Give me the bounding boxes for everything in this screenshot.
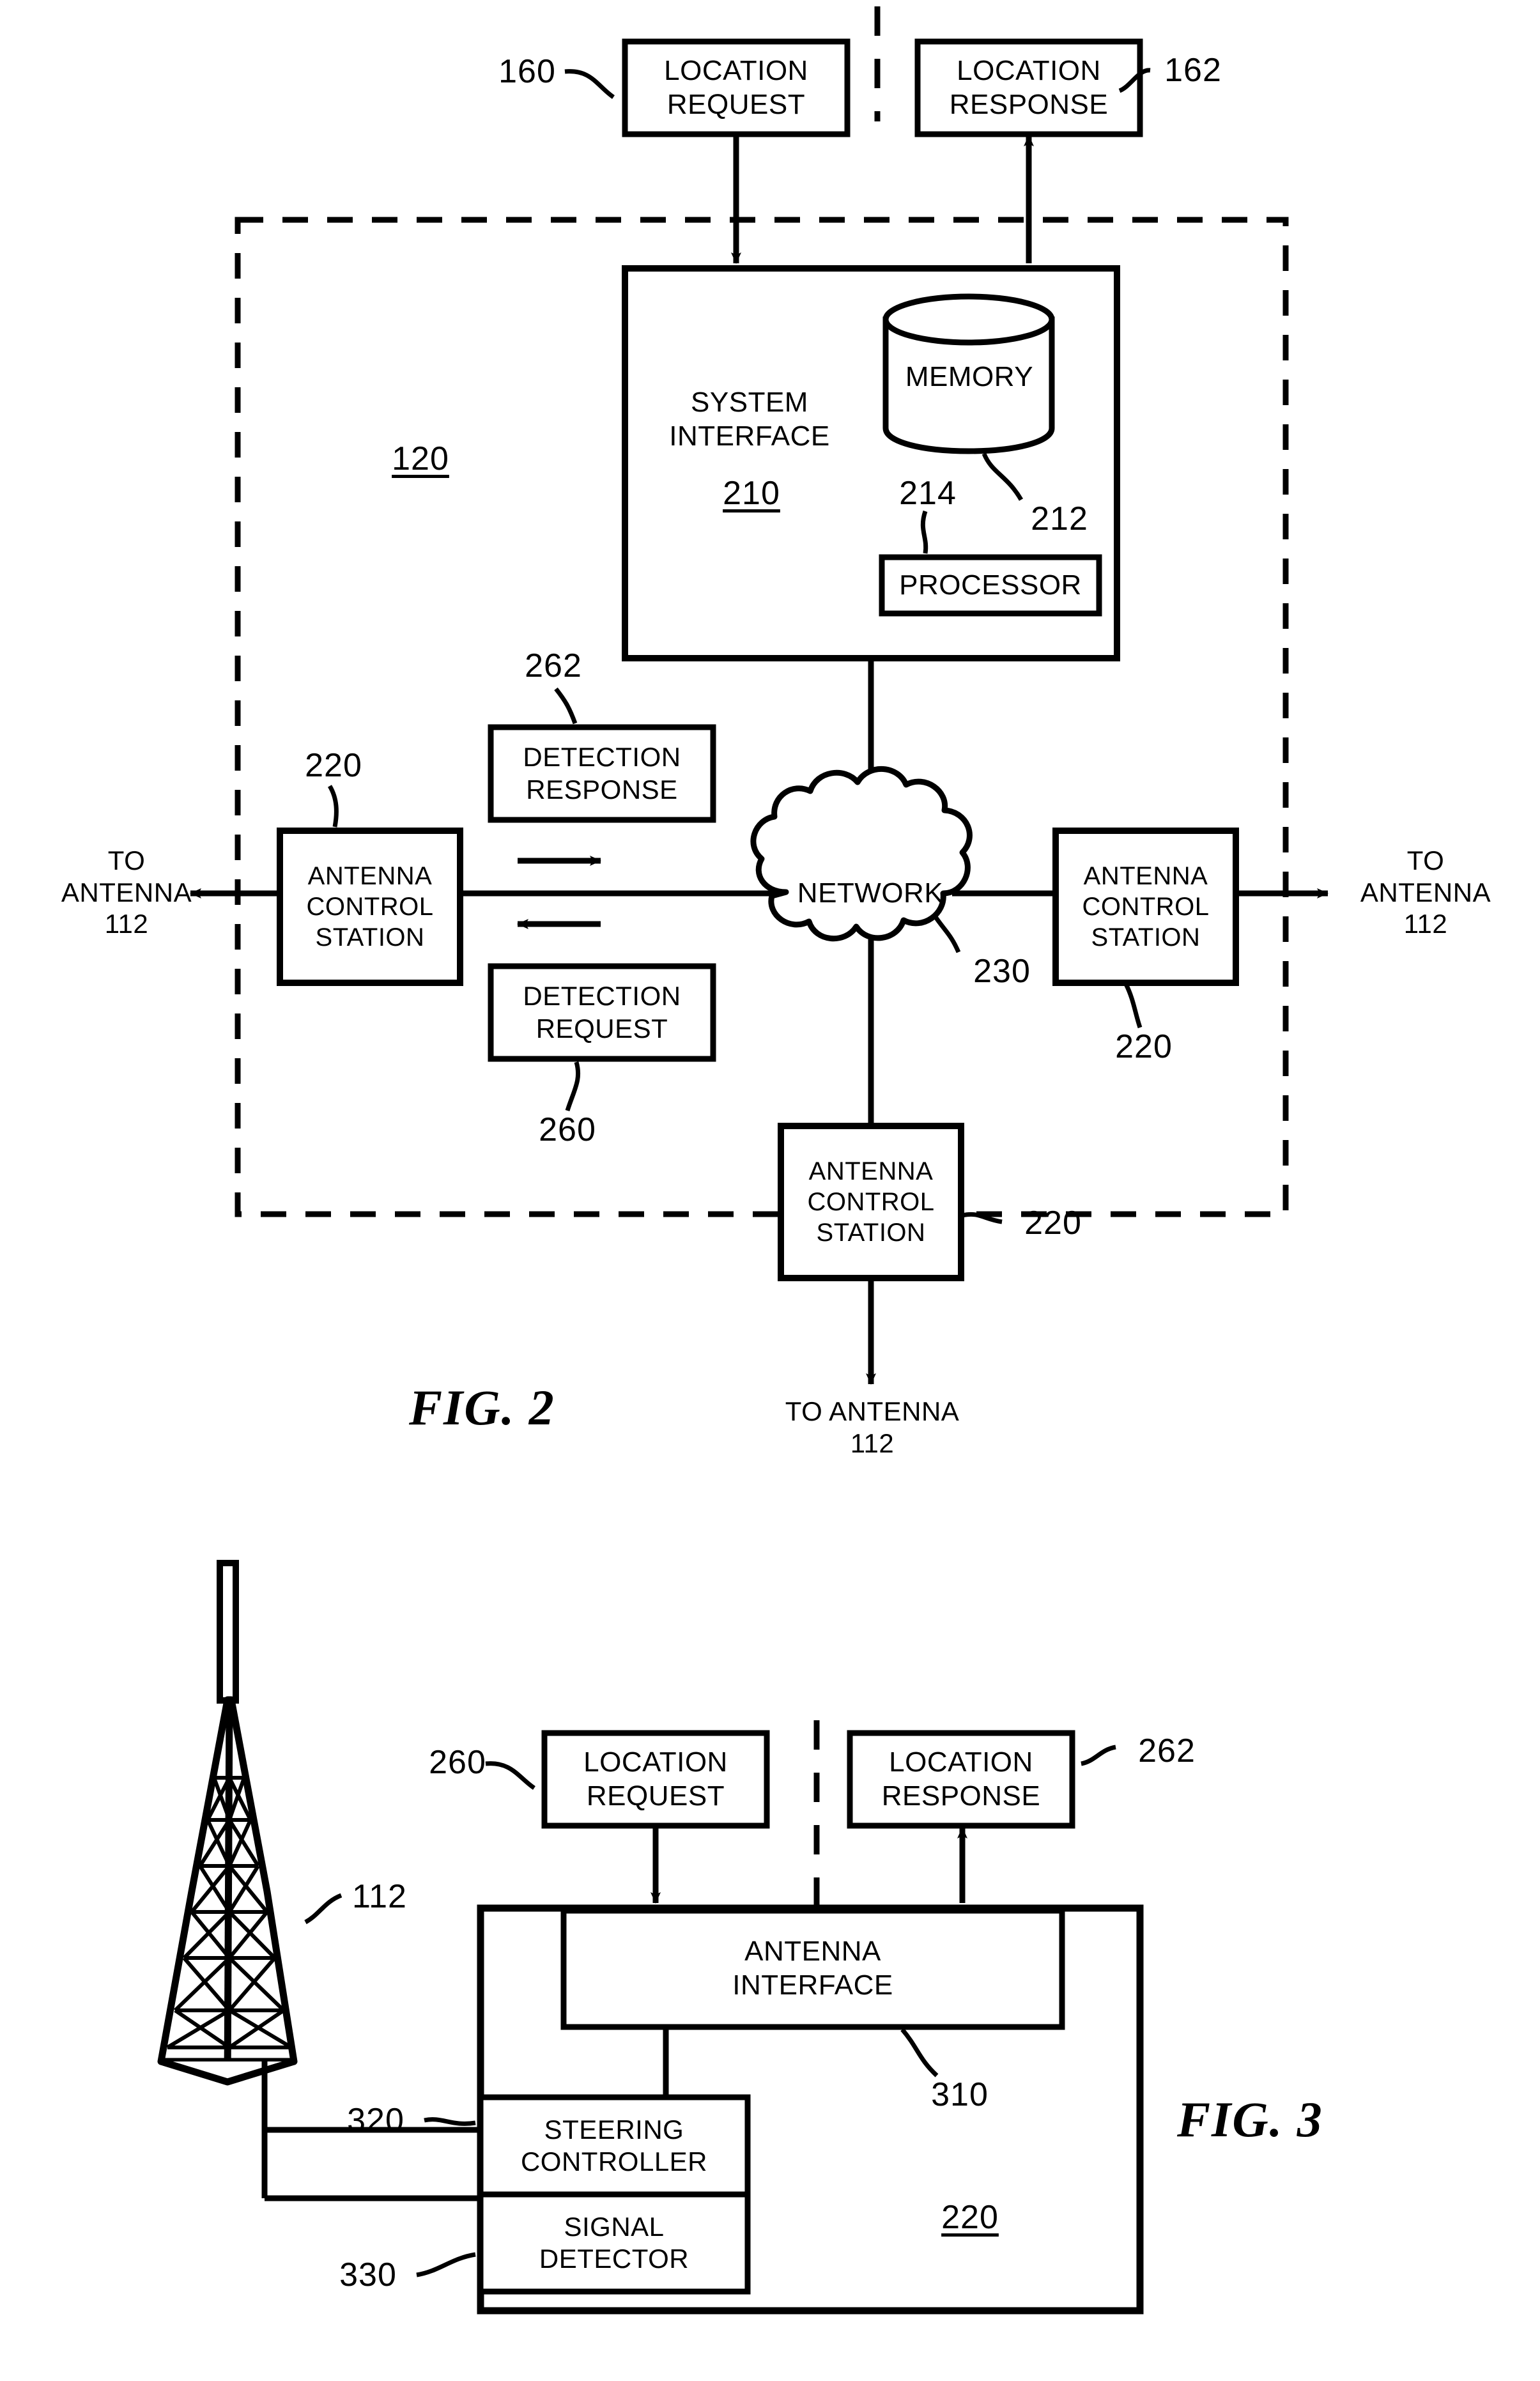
ref-230: 230 — [973, 953, 1031, 990]
system-interface-label: SYSTEM INTERFACE — [669, 387, 830, 452]
figure-2-caption: FIG. 2 — [409, 1380, 555, 1435]
ref-120: 120 — [392, 440, 449, 477]
ref-320: 320 — [347, 2102, 404, 2139]
leader-262-f3 — [1081, 1745, 1116, 1766]
antenna-control-station-left-label: ANTENNA CONTROL STATION — [306, 862, 434, 952]
ref-262: 262 — [525, 647, 582, 684]
patent-drawing-sheet: LOCATION REQUEST 160 LOCATION RESPONSE 1… — [0, 0, 1540, 2381]
location-response-label-f3: LOCATION RESPONSE — [881, 1746, 1041, 1812]
ref-330: 330 — [339, 2256, 397, 2293]
antenna-control-station-right-label: ANTENNA CONTROL STATION — [1082, 862, 1210, 952]
leader-320 — [424, 2117, 476, 2126]
ref-212: 212 — [1031, 500, 1088, 537]
ref-210: 210 — [723, 475, 780, 512]
to-antenna-bottom-label: TO ANTENNA 112 — [785, 1396, 960, 1458]
leader-220-left — [327, 785, 339, 828]
ref-220-f3: 220 — [941, 2199, 999, 2236]
location-request-label-f2: LOCATION REQUEST — [664, 54, 808, 120]
leader-330 — [416, 2252, 476, 2277]
ref-214: 214 — [899, 475, 957, 512]
ref-220-left: 220 — [305, 747, 362, 784]
network-label: NETWORK — [797, 877, 944, 909]
memory-label: MEMORY — [905, 360, 1034, 392]
location-response-label-f2: LOCATION RESPONSE — [949, 54, 1109, 120]
leader-220-right — [1123, 983, 1143, 1029]
network-cloud — [750, 766, 973, 942]
ref-260: 260 — [539, 1111, 596, 1148]
ref-162: 162 — [1164, 52, 1222, 89]
signal-detector-label: SIGNAL DETECTOR — [539, 2211, 689, 2274]
processor-label: PROCESSOR — [899, 569, 1082, 601]
to-antenna-left-label: TO ANTENNA 112 — [61, 845, 192, 939]
leader-160 — [564, 69, 615, 99]
leader-230 — [932, 914, 961, 953]
location-request-label-f3: LOCATION REQUEST — [583, 1746, 728, 1812]
figure-3-caption: FIG. 3 — [1177, 2092, 1323, 2147]
leader-262 — [554, 687, 578, 725]
ref-262-f3: 262 — [1138, 1732, 1196, 1769]
ref-260-f3: 260 — [429, 1744, 486, 1781]
ref-220-bottom: 220 — [1024, 1205, 1082, 1242]
detection-response-label: DETECTION RESPONSE — [523, 742, 681, 805]
steering-controller-label: STEERING CONTROLLER — [520, 2114, 708, 2177]
antenna-tower-icon — [157, 1560, 298, 2086]
ref-160: 160 — [498, 53, 556, 90]
detection-request-label: DETECTION REQUEST — [523, 981, 681, 1044]
leader-260 — [565, 1061, 581, 1112]
antenna-control-station-bottom-label: ANTENNA CONTROL STATION — [807, 1157, 935, 1247]
to-antenna-right-label: TO ANTENNA 112 — [1360, 845, 1491, 939]
antenna-interface-label: ANTENNA INTERFACE — [732, 1936, 893, 2001]
ref-112-tower: 112 — [352, 1878, 407, 1915]
ref-220-right: 220 — [1115, 1028, 1173, 1065]
ref-310: 310 — [931, 2076, 989, 2113]
